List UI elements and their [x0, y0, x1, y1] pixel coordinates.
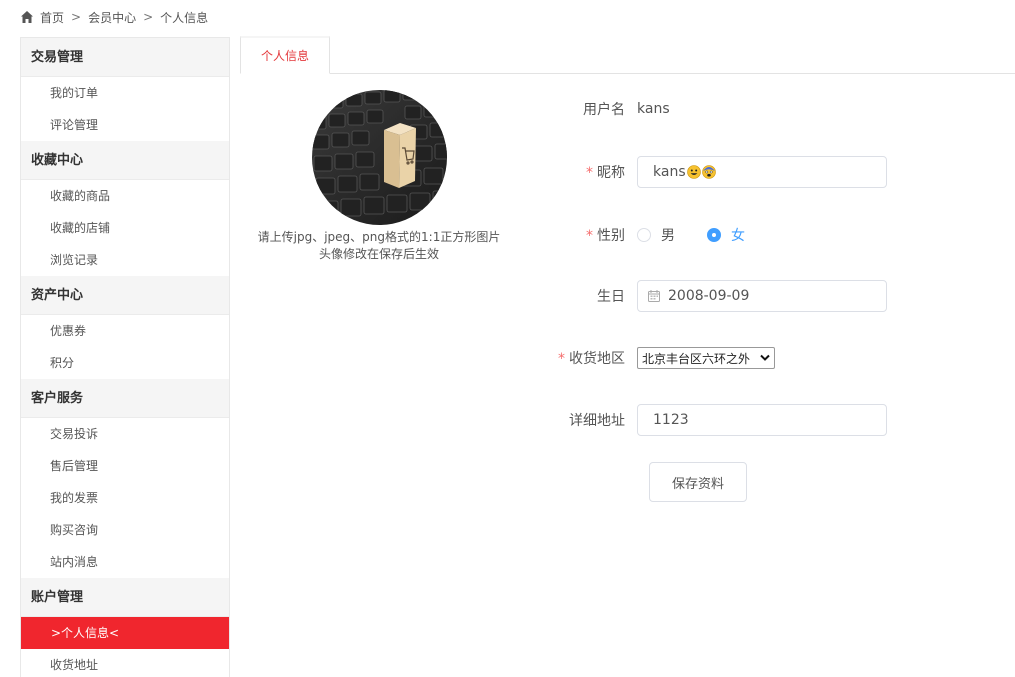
address-row: 详细地址 1123	[540, 404, 887, 436]
nickname-input[interactable]: kans	[637, 156, 887, 188]
avatar-hint-line2: 头像修改在保存后生效	[318, 247, 439, 261]
region-row: * 收货地区 北京丰台区六环之外	[540, 347, 775, 369]
breadcrumb-current: 个人信息	[160, 10, 209, 25]
sidebar-group-favorites: 收藏中心	[21, 141, 229, 180]
region-selected-value: 北京丰台区六环之外	[642, 351, 751, 366]
nickname-label-text: 昵称	[597, 165, 625, 181]
birthday-label: 生日	[597, 289, 625, 305]
sidebar-item-reviews[interactable]: 评论管理	[21, 109, 229, 141]
sidebar-item-fav-products[interactable]: 收藏的商品	[21, 180, 229, 212]
save-row: 保存资料	[649, 462, 747, 502]
sidebar-item-my-orders[interactable]: 我的订单	[21, 77, 229, 109]
sidebar-item-profile[interactable]: >个人信息<	[21, 617, 229, 649]
gender-label: * 性别	[540, 225, 637, 245]
nickname-label: * 昵称	[540, 162, 637, 182]
region-label-text: 收货地区	[569, 351, 625, 367]
gender-option-male: 男	[661, 228, 675, 244]
home-icon[interactable]	[20, 10, 34, 24]
sidebar-group-trade: 交易管理	[21, 38, 229, 77]
username-row: 用户名 kans	[540, 99, 670, 119]
sidebar-item-points[interactable]: 积分	[21, 347, 229, 379]
sidebar-group-assets: 资产中心	[21, 276, 229, 315]
chevron-down-icon	[760, 354, 770, 361]
birthday-date-picker[interactable]: 2008-09-09	[637, 280, 887, 312]
birthday-row: 生日 2008-09-09	[540, 280, 887, 312]
required-mark: *	[558, 351, 565, 367]
sidebar-item-fav-shops[interactable]: 收藏的店铺	[21, 212, 229, 244]
sidebar: 交易管理 我的订单 评论管理 收藏中心 收藏的商品 收藏的店铺 浏览记录 资产中…	[20, 37, 230, 677]
breadcrumb-separator: >	[143, 10, 154, 24]
radio-circle[interactable]	[637, 228, 651, 242]
avatar[interactable]	[312, 90, 447, 225]
sidebar-item-complaints[interactable]: 交易投诉	[21, 418, 229, 450]
region-select[interactable]: 北京丰台区六环之外	[637, 347, 775, 369]
nickname-value: kans	[653, 164, 686, 180]
username-value: kans	[637, 101, 670, 117]
nickname-row: * 昵称 kans	[540, 156, 887, 188]
region-label: * 收货地区	[540, 348, 637, 368]
sidebar-item-inquiries[interactable]: 购买咨询	[21, 514, 229, 546]
address-input[interactable]: 1123	[637, 404, 887, 436]
sidebar-item-invoices[interactable]: 我的发票	[21, 482, 229, 514]
breadcrumb-home-link[interactable]: 首页	[40, 9, 64, 26]
sidebar-item-addresses[interactable]: 收货地址	[21, 649, 229, 677]
gender-radio-male[interactable]: 男	[637, 225, 675, 245]
address-value: 1123	[653, 412, 689, 428]
sidebar-item-history[interactable]: 浏览记录	[21, 244, 229, 276]
breadcrumb-member-link[interactable]: 会员中心	[88, 9, 136, 26]
sidebar-group-account: 账户管理	[21, 578, 229, 617]
gender-radio-female[interactable]: 女	[707, 225, 745, 245]
grinning-face-icon	[686, 165, 701, 179]
fearful-face-icon	[701, 165, 716, 179]
sidebar-item-coupons[interactable]: 优惠券	[21, 315, 229, 347]
breadcrumb-separator: >	[71, 10, 82, 24]
gender-label-text: 性别	[597, 228, 625, 244]
radio-circle-checked[interactable]	[707, 228, 721, 242]
sidebar-item-messages[interactable]: 站内消息	[21, 546, 229, 578]
gender-option-female: 女	[731, 228, 745, 244]
tab-profile[interactable]: 个人信息	[240, 36, 330, 74]
address-label: 详细地址	[569, 413, 625, 429]
required-mark: *	[586, 165, 593, 181]
breadcrumb: 首页 > 会员中心 > 个人信息	[20, 7, 208, 27]
avatar-upload-hint: 请上传jpg、jpeg、png格式的1:1正方形图片 头像修改在保存后生效	[240, 229, 518, 263]
save-profile-button[interactable]: 保存资料	[649, 462, 747, 502]
birthday-value: 2008-09-09	[668, 288, 750, 304]
avatar-hint-line1: 请上传jpg、jpeg、png格式的1:1正方形图片	[257, 230, 501, 244]
tab-bar: 个人信息	[240, 36, 1015, 74]
sidebar-group-service: 客户服务	[21, 379, 229, 418]
required-mark: *	[586, 228, 593, 244]
calendar-icon	[648, 290, 660, 302]
avatar-image	[312, 90, 447, 225]
gender-row: * 性别 男 女	[540, 225, 777, 245]
username-label: 用户名	[583, 102, 625, 118]
sidebar-item-after-sales[interactable]: 售后管理	[21, 450, 229, 482]
